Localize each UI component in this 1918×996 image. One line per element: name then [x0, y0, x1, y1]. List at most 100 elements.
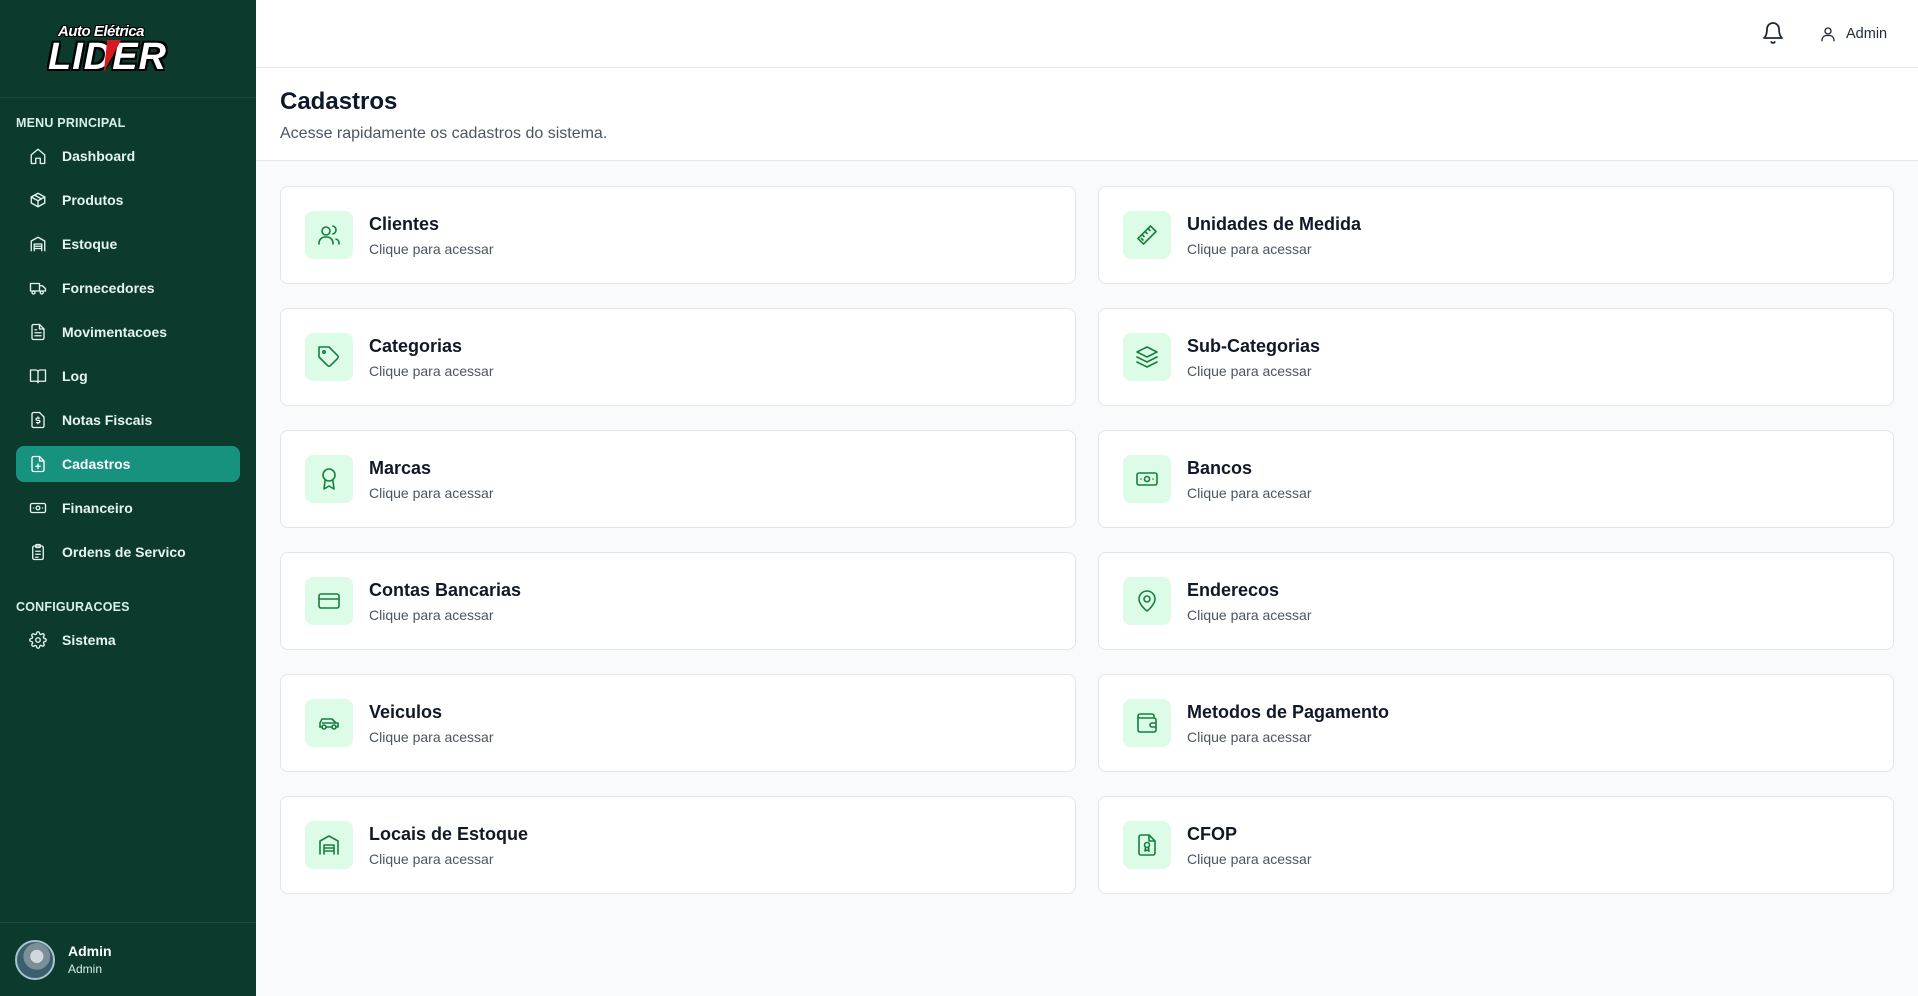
sidebar-item-label: Produtos	[62, 192, 124, 208]
sidebar-item-produtos[interactable]: Produtos	[16, 182, 240, 218]
card-subtitle: Clique para acessar	[1187, 484, 1312, 501]
card-subtitle: Clique para acessar	[369, 606, 494, 623]
card-icon-wrapper	[305, 577, 353, 625]
sidebar: Auto Elétrica LIDER MENU PRINCIPAL Dashb…	[0, 0, 256, 996]
card-icon-wrapper	[1123, 577, 1171, 625]
card-title: Metodos de Pagamento	[1187, 701, 1390, 722]
home-icon	[30, 148, 46, 165]
card-subtitle: Clique para acessar	[369, 728, 494, 745]
card-marcas[interactable]: Marcas Clique para acessar	[280, 430, 1076, 528]
card-title: Sub-Categorias	[1187, 335, 1321, 356]
page-header: Cadastros Acesse rapidamente os cadastro…	[256, 68, 1918, 161]
banknote-icon	[29, 502, 47, 514]
card-bancos[interactable]: Bancos Clique para acessar	[1098, 430, 1894, 528]
card-subtitle: Clique para acessar	[1187, 850, 1312, 867]
section-title-main: MENU PRINCIPAL	[16, 116, 126, 130]
card-title: CFOP	[1187, 823, 1238, 844]
card-icon-wrapper	[305, 455, 353, 503]
card-veiculos[interactable]: Veiculos Clique para acessar	[280, 674, 1076, 772]
card-subtitle: Clique para acessar	[1187, 240, 1312, 257]
sidebar-item-label: Financeiro	[62, 500, 133, 516]
warehouse-icon	[30, 236, 46, 252]
card-title: Contas Bancarias	[369, 579, 522, 600]
file-plus-icon	[31, 455, 45, 473]
user-icon	[1821, 27, 1835, 42]
sidebar-item-estoque[interactable]: Estoque	[16, 226, 240, 262]
sidebar-item-label: Movimentacoes	[62, 324, 168, 340]
card-icon-wrapper	[305, 333, 353, 381]
card-title: Marcas	[369, 457, 432, 478]
card-title: Clientes	[369, 213, 440, 234]
ruler-icon	[1137, 225, 1157, 245]
main-nav: Dashboard Produtos Estoque Fornecedores …	[0, 138, 256, 570]
card-icon-wrapper	[1123, 455, 1171, 503]
page-title: Cadastros	[280, 88, 398, 115]
map-pin-icon	[1138, 590, 1156, 612]
card-icon-wrapper	[1123, 699, 1171, 747]
sidebar-item-cadastros[interactable]: Cadastros	[16, 446, 240, 482]
sidebar-item-label: Cadastros	[62, 456, 131, 472]
card-subtitle: Clique para acessar	[1187, 362, 1312, 379]
card-locais-de-estoque[interactable]: Locais de Estoque Clique para acessar	[280, 796, 1076, 894]
page-subtitle: Acesse rapidamente os cadastros do siste…	[280, 125, 608, 142]
warehouse-icon	[319, 835, 339, 855]
user-role: Admin	[68, 962, 103, 976]
avatar	[15, 939, 55, 980]
sidebar-item-label: Dashboard	[62, 148, 136, 164]
user-menu-label: Admin	[1846, 26, 1888, 42]
sidebar-item-movimentacoes[interactable]: Movimentacoes	[16, 314, 240, 350]
logo-area: Auto Elétrica LIDER	[0, 0, 256, 98]
user-menu[interactable]: Admin	[1819, 22, 1887, 46]
card-icon-wrapper	[305, 821, 353, 869]
credit-card-icon	[318, 593, 340, 609]
award-icon	[322, 468, 336, 490]
top-bar: Admin	[256, 0, 1918, 68]
gear-icon	[29, 631, 47, 649]
card-icon-wrapper	[305, 699, 353, 747]
card-subtitle: Clique para acessar	[369, 850, 494, 867]
card-clientes[interactable]: Clientes Clique para acessar	[280, 186, 1076, 284]
card-icon-wrapper	[305, 211, 353, 259]
sidebar-item-label: Log	[62, 368, 88, 384]
card-icon-wrapper	[1123, 821, 1171, 869]
bell-icon[interactable]	[1761, 21, 1785, 45]
card-metodos-de-pagamento[interactable]: Metodos de Pagamento Clique para acessar	[1098, 674, 1894, 772]
company-logo[interactable]: Auto Elétrica LIDER	[48, 20, 208, 78]
sidebar-user-profile[interactable]: Admin Admin	[0, 922, 256, 996]
card-categorias[interactable]: Categorias Clique para acessar	[280, 308, 1076, 406]
wallet-icon	[1137, 713, 1157, 733]
user-info: Admin Admin	[68, 943, 112, 976]
sidebar-item-ordens-de-servico[interactable]: Ordens de Servico	[16, 534, 240, 570]
sidebar-item-sistema[interactable]: Sistema	[16, 622, 240, 658]
car-icon	[319, 718, 339, 730]
config-nav: Sistema	[0, 622, 256, 658]
card-title: Veiculos	[369, 701, 443, 722]
section-title-config: CONFIGURACOES	[16, 600, 130, 614]
sidebar-item-fornecedores[interactable]: Fornecedores	[16, 270, 240, 306]
sidebar-item-label: Sistema	[62, 632, 116, 648]
tag-icon	[318, 346, 339, 367]
truck-icon	[29, 282, 47, 295]
card-enderecos[interactable]: Enderecos Clique para acessar	[1098, 552, 1894, 650]
card-cfop[interactable]: CFOP Clique para acessar	[1098, 796, 1894, 894]
card-sub-categorias[interactable]: Sub-Categorias Clique para acessar	[1098, 308, 1894, 406]
sidebar-item-label: Estoque	[62, 236, 118, 252]
card-subtitle: Clique para acessar	[1187, 606, 1312, 623]
sidebar-item-label: Ordens de Servico	[62, 544, 186, 560]
sidebar-item-notas-fiscais[interactable]: Notas Fiscais	[16, 402, 240, 438]
sidebar-item-financeiro[interactable]: Financeiro	[16, 490, 240, 526]
user-name: Admin	[68, 943, 112, 959]
card-unidades-de-medida[interactable]: Unidades de Medida Clique para acessar	[1098, 186, 1894, 284]
sidebar-item-label: Fornecedores	[62, 280, 155, 296]
sidebar-item-log[interactable]: Log	[16, 358, 240, 394]
receipt-dollar-icon	[31, 411, 45, 429]
package-icon	[30, 192, 46, 208]
card-title: Enderecos	[1187, 579, 1280, 600]
layers-icon	[1136, 346, 1158, 368]
card-contas-bancarias[interactable]: Contas Bancarias Clique para acessar	[280, 552, 1076, 650]
sidebar-item-dashboard[interactable]: Dashboard	[16, 138, 240, 174]
users-icon	[318, 225, 340, 245]
file-list-icon	[31, 323, 45, 341]
card-title: Locais de Estoque	[369, 823, 529, 844]
sidebar-item-label: Notas Fiscais	[62, 412, 153, 428]
